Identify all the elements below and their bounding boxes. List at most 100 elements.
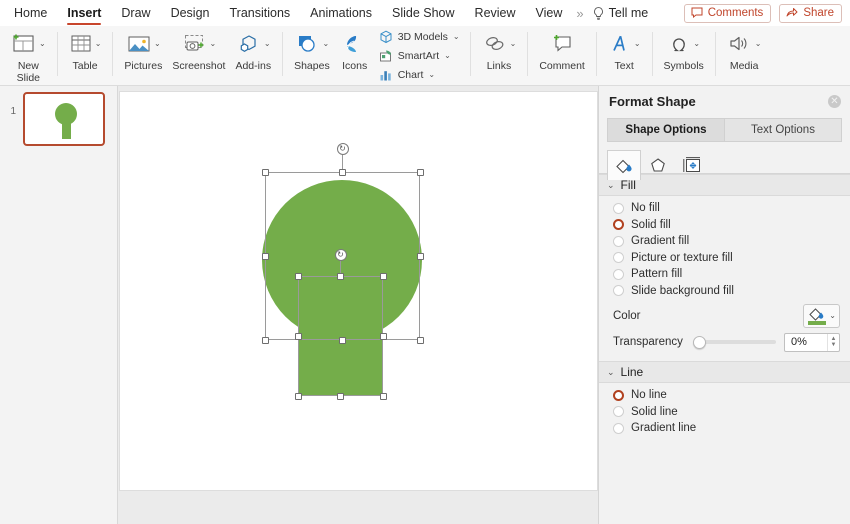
tell-me-button[interactable]: Tell me xyxy=(587,6,655,20)
chevron-down-icon[interactable]: ⌄ xyxy=(428,71,435,79)
chevron-down-icon[interactable]: ⌄ xyxy=(95,40,102,48)
fill-option-picture-or-texture-fill[interactable]: Picture or texture fill xyxy=(599,250,850,267)
rectangle-rotate-handle[interactable]: ↻ xyxy=(334,249,347,261)
rectangle-handle-n[interactable] xyxy=(336,272,344,280)
ribbon-tab-insert[interactable]: Insert xyxy=(57,0,111,26)
radio-icon[interactable] xyxy=(613,252,624,264)
circle-rotate-handle[interactable]: ↻ xyxy=(336,143,349,155)
radio-icon[interactable] xyxy=(613,235,624,247)
rectangle-handle-ne[interactable] xyxy=(379,272,387,280)
ribbon-tab-animations[interactable]: Animations xyxy=(300,0,382,26)
spinner-down-icon[interactable]: ▼ xyxy=(831,342,837,348)
ribbon-tab-draw[interactable]: Draw xyxy=(111,0,160,26)
chevron-down-icon[interactable]: ⌄ xyxy=(510,40,517,48)
fill-option-gradient-fill[interactable]: Gradient fill xyxy=(599,233,850,250)
fill-option-pattern-fill[interactable]: Pattern fill xyxy=(599,266,850,283)
circle-handle-sw[interactable] xyxy=(261,336,269,344)
circle-handle-w[interactable] xyxy=(261,252,269,260)
slide-thumbnail-1[interactable] xyxy=(23,92,105,146)
slide-editing-surface[interactable]: ↻ ↻ xyxy=(120,92,597,490)
fill-option-solid-fill[interactable]: Solid fill xyxy=(599,217,850,234)
new-slide-button[interactable]: ⌄ New Slide xyxy=(6,26,51,84)
rectangle-handle-nw[interactable] xyxy=(294,272,302,280)
comments-button[interactable]: Comments xyxy=(683,3,772,23)
table-button[interactable]: ⌄ Table xyxy=(64,26,107,73)
rectangle-handle-s[interactable] xyxy=(336,392,344,400)
shapes-button[interactable]: ⌄ Shapes xyxy=(289,26,335,73)
radio-icon[interactable] xyxy=(613,268,624,280)
chart-button[interactable]: Chart ⌄ xyxy=(379,66,460,84)
panel-title: Format Shape xyxy=(609,93,696,109)
ribbon-tab-transitions[interactable]: Transitions xyxy=(219,0,300,26)
slider-knob[interactable] xyxy=(692,335,706,349)
slide-thumbnail-row[interactable]: 1 xyxy=(0,86,117,146)
ribbon-tab-review[interactable]: Review xyxy=(465,0,526,26)
line-section-header[interactable]: ⌄ Line xyxy=(599,361,850,383)
rectangle-handle-e[interactable] xyxy=(379,332,387,340)
ribbon-tab-view[interactable]: View xyxy=(526,0,573,26)
line-option-solid-line[interactable]: Solid line xyxy=(599,404,850,421)
ribbon-overflow-chevron-icon[interactable]: » xyxy=(572,6,586,21)
smartart-icon xyxy=(379,50,391,62)
symbols-button[interactable]: ⌄ Symbols xyxy=(659,26,709,73)
chevron-down-icon[interactable]: ⌄ xyxy=(829,312,836,320)
icon-tab-fill-and-line[interactable] xyxy=(607,150,641,180)
chevron-down-icon[interactable]: ⌄ xyxy=(607,367,615,378)
pictures-button[interactable]: ⌄ Pictures xyxy=(119,26,167,73)
media-button[interactable]: ⌄ Media xyxy=(722,26,767,73)
circle-handle-ne[interactable] xyxy=(416,168,424,176)
ribbon-tab-slide-show[interactable]: Slide Show xyxy=(382,0,465,26)
icons-button[interactable]: Icons xyxy=(335,26,375,73)
line-option-no-line[interactable]: No line xyxy=(599,387,850,404)
smartart-button[interactable]: SmartArt ⌄ xyxy=(379,47,460,65)
share-button[interactable]: Share xyxy=(779,3,842,23)
circle-handle-se[interactable] xyxy=(416,336,424,344)
transparency-slider[interactable] xyxy=(692,335,776,349)
fill-option-slide-background-fill[interactable]: Slide background fill xyxy=(599,283,850,300)
tab-shape-options[interactable]: Shape Options xyxy=(607,118,724,142)
3d-models-button[interactable]: 3D Models ⌄ xyxy=(379,28,460,46)
chevron-down-icon[interactable]: ⌄ xyxy=(634,40,641,48)
links-button[interactable]: ⌄ Links xyxy=(477,26,522,73)
chevron-down-icon[interactable]: ⌄ xyxy=(607,180,615,191)
comment-button[interactable]: Comment xyxy=(534,26,590,73)
radio-icon[interactable] xyxy=(613,406,624,418)
ribbon-tab-label: Review xyxy=(474,6,516,20)
circle-handle-e[interactable] xyxy=(416,252,424,260)
ribbon-group-slides: ⌄ New Slide xyxy=(0,26,57,86)
icon-tab-size-properties[interactable] xyxy=(675,150,709,180)
chevron-down-icon[interactable]: ⌄ xyxy=(39,40,46,48)
radio-icon[interactable] xyxy=(613,285,624,297)
chevron-down-icon[interactable]: ⌄ xyxy=(755,40,762,48)
rectangle-handle-se[interactable] xyxy=(379,392,387,400)
rectangle-handle-w[interactable] xyxy=(294,332,302,340)
screenshot-button[interactable]: ⌄ Screenshot xyxy=(167,26,230,73)
add-ins-button[interactable]: ⌄ Add-ins xyxy=(230,26,276,73)
ribbon-tab-design[interactable]: Design xyxy=(161,0,220,26)
close-icon[interactable]: ✕ xyxy=(828,95,841,108)
ribbon-tab-home[interactable]: Home xyxy=(4,0,57,26)
text-button[interactable]: ⌄ Text xyxy=(603,26,646,73)
chevron-down-icon[interactable]: ⌄ xyxy=(154,40,161,48)
fill-color-button[interactable]: ⌄ xyxy=(803,304,840,328)
chevron-down-icon[interactable]: ⌄ xyxy=(444,52,451,60)
icon-tab-effects[interactable] xyxy=(641,150,675,180)
chevron-down-icon[interactable]: ⌄ xyxy=(210,40,217,48)
line-option-gradient-line[interactable]: Gradient line xyxy=(599,420,850,437)
rectangle-handle-sw[interactable] xyxy=(294,392,302,400)
chevron-down-icon[interactable]: ⌄ xyxy=(264,40,271,48)
chevron-down-icon[interactable]: ⌄ xyxy=(693,40,700,48)
slide-thumbnail-pane[interactable]: 1 xyxy=(0,86,118,524)
circle-handle-n[interactable] xyxy=(338,168,346,176)
radio-icon[interactable] xyxy=(613,422,624,434)
fill-option-no-fill[interactable]: No fill xyxy=(599,200,850,217)
spinner-arrows[interactable]: ▲ ▼ xyxy=(827,333,839,351)
chevron-down-icon[interactable]: ⌄ xyxy=(453,33,460,41)
circle-handle-nw[interactable] xyxy=(261,168,269,176)
transparency-spinner[interactable]: 0% ▲ ▼ xyxy=(784,332,840,352)
radio-icon[interactable] xyxy=(613,202,624,214)
radio-icon-selected[interactable] xyxy=(613,219,624,231)
radio-icon-selected[interactable] xyxy=(613,389,624,401)
tab-text-options[interactable]: Text Options xyxy=(724,118,842,142)
chevron-down-icon[interactable]: ⌄ xyxy=(323,40,330,48)
